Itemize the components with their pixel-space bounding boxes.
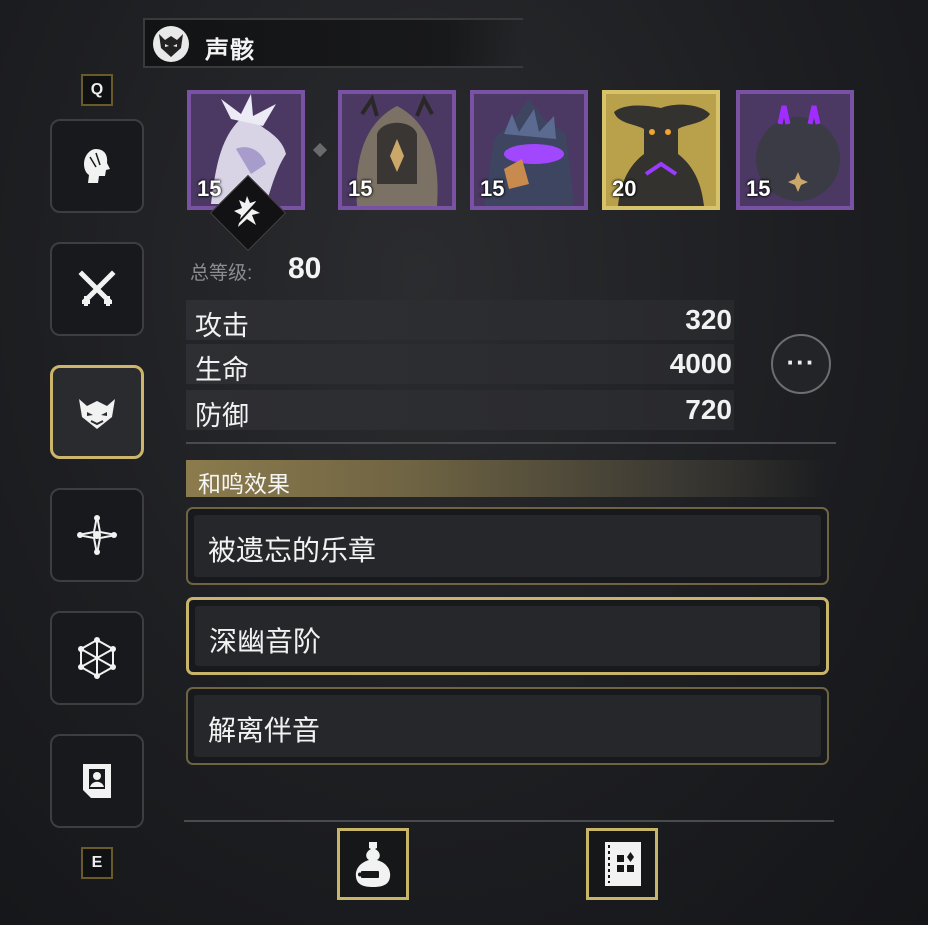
sidebar-item-weapon[interactable] (50, 242, 144, 336)
resonance-item-deep-scale[interactable]: 深幽音阶 (186, 597, 829, 675)
stat-name: 攻击 (195, 311, 249, 341)
sidebar-item-skills[interactable] (50, 488, 144, 582)
resonance-title: 和鸣效果 (198, 471, 290, 497)
slot-separator (312, 142, 328, 158)
next-key-hint[interactable]: E (81, 847, 113, 879)
echo-level: 15 (746, 176, 771, 201)
stat-value: 320 (685, 304, 732, 335)
resonance-item-forgotten-movement[interactable]: 被遗忘的乐章 (186, 507, 829, 585)
archive-book-icon (605, 842, 641, 886)
sidebar-item-resonance-chain[interactable] (50, 611, 144, 705)
stat-value: 4000 (669, 348, 732, 379)
resonance-header: 和鸣效果 (186, 460, 826, 497)
stat-name: 防御 (195, 401, 249, 431)
star-node-icon (77, 515, 117, 555)
echo-mask-icon (79, 399, 115, 429)
stat-row-attack: 攻击 320 (186, 300, 734, 341)
page-header: 声骸 (143, 18, 523, 68)
echo-slot-4-selected[interactable]: 20 (602, 90, 720, 210)
resonance-item-label: 被遗忘的乐章 (208, 535, 377, 566)
page-title: 声骸 (205, 37, 255, 64)
resonance-item-label: 解离伴音 (208, 715, 321, 746)
sidebar-item-portrait[interactable] (50, 119, 144, 213)
prev-key-hint[interactable]: Q (81, 74, 113, 106)
hexagon-network-icon (78, 637, 116, 679)
bottom-divider (184, 820, 834, 822)
total-level-value: 80 (288, 252, 322, 285)
section-divider (186, 442, 836, 444)
echo-level: 15 (197, 176, 222, 201)
echo-level: 15 (348, 176, 373, 201)
echo-level: 20 (612, 176, 637, 201)
sidebar-item-echo[interactable] (50, 365, 144, 459)
resonance-item-dissociation[interactable]: 解离伴音 (186, 687, 829, 765)
total-level-label: 总等级: (190, 263, 253, 284)
profile-card-icon (83, 764, 111, 798)
stat-row-hp: 生命 4000 (186, 344, 734, 385)
echo-slot-2[interactable]: 15 (338, 90, 456, 210)
head-profile-icon (84, 149, 110, 183)
warrior-emblem-icon (234, 196, 260, 227)
sidebar-item-profile[interactable] (50, 734, 144, 828)
echo-slot-5[interactable]: 15 (736, 90, 854, 210)
stat-row-defense: 防御 720 (186, 390, 734, 431)
echo-slot-3[interactable]: 15 (470, 90, 588, 210)
crossed-swords-icon (78, 270, 116, 306)
echo-level: 15 (480, 176, 505, 201)
resonance-item-label: 深幽音阶 (209, 626, 322, 657)
stat-name: 生命 (195, 355, 249, 385)
more-stats-button[interactable]: ··· (771, 334, 831, 394)
gourd-bag-icon (355, 842, 391, 887)
echo-bag-button[interactable] (337, 828, 409, 900)
stat-value: 720 (685, 394, 732, 425)
echo-archive-button[interactable] (586, 828, 658, 900)
echo-mask-icon (153, 26, 189, 62)
